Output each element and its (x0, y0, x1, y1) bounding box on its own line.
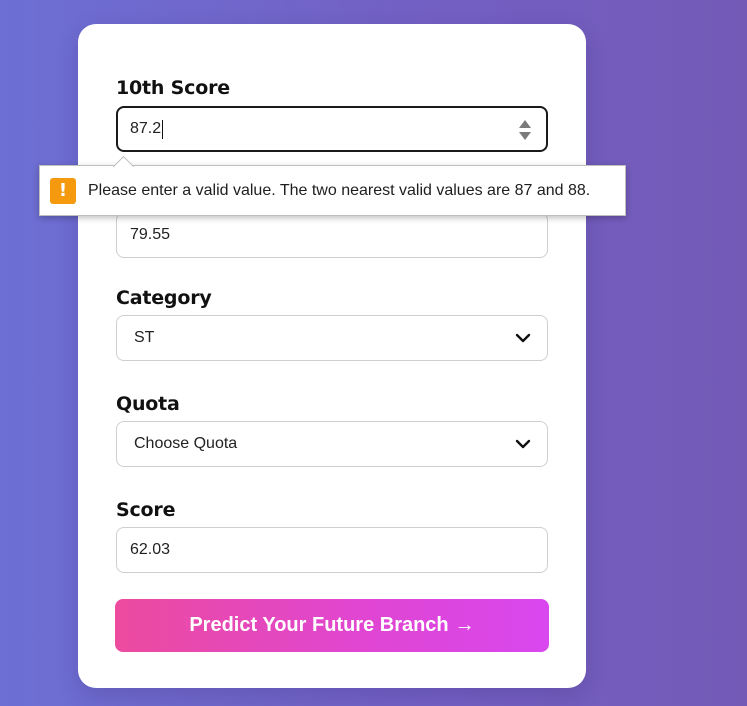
score-label: Score (116, 499, 176, 521)
tenth-score-label: 10th Score (116, 77, 230, 99)
category-select[interactable]: ST (116, 315, 548, 361)
validation-message: Please enter a valid value. The two near… (88, 181, 591, 199)
tenth-score-input[interactable]: 87.2 (116, 106, 548, 152)
text-caret (162, 119, 164, 139)
score-value: 62.03 (130, 541, 171, 558)
category-label: Category (116, 287, 212, 309)
tenth-score-value: 87.2 (130, 120, 162, 137)
predict-button-label: Predict Your Future Branch (189, 614, 449, 636)
chevron-down-icon (515, 439, 531, 449)
quota-label: Quota (116, 393, 180, 415)
spinner-arrows-icon[interactable] (519, 119, 531, 141)
spin-down-icon[interactable] (519, 132, 531, 140)
prediction-form-card: 10th Score 87.2 79.55 Category ST Quota … (78, 24, 586, 688)
twelfth-score-value: 79.55 (130, 226, 171, 243)
quota-select[interactable]: Choose Quota (116, 421, 548, 467)
spin-up-icon[interactable] (519, 120, 531, 128)
category-selected-value: ST (134, 329, 155, 346)
twelfth-score-input[interactable]: 79.55 (116, 212, 548, 258)
arrow-right-icon: → (454, 614, 475, 636)
score-input[interactable]: 62.03 (116, 527, 548, 573)
warning-icon: ! (50, 177, 76, 204)
predict-button[interactable]: Predict Your Future Branch → (115, 599, 549, 652)
quota-selected-value: Choose Quota (134, 435, 238, 452)
chevron-down-icon (515, 333, 531, 343)
